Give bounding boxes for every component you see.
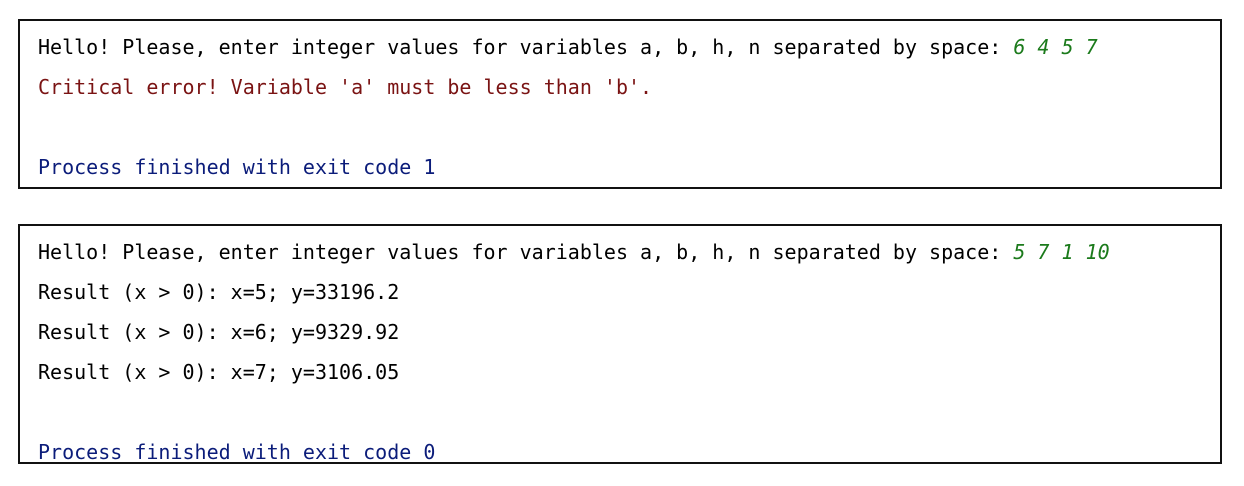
console-lines: Hello! Please, enter integer values for … bbox=[38, 232, 1212, 472]
prompt-text: Hello! Please, enter integer values for … bbox=[38, 35, 1014, 59]
prompt-line: Hello! Please, enter integer values for … bbox=[38, 232, 1212, 272]
console-lines: Hello! Please, enter integer values for … bbox=[38, 27, 1212, 187]
console-output-panel-1: Hello! Please, enter integer values for … bbox=[18, 19, 1222, 189]
console-output-panel-2: Hello! Please, enter integer values for … bbox=[18, 224, 1222, 464]
result-line: Result (x > 0): x=7; y=3106.05 bbox=[38, 360, 400, 384]
result-line: Result (x > 0): x=6; y=9329.92 bbox=[38, 320, 400, 344]
exit-code-message: Process finished with exit code 1 bbox=[38, 155, 436, 179]
result-line: Result (x > 0): x=5; y=33196.2 bbox=[38, 280, 400, 304]
user-input-text: 5 7 1 10 bbox=[1013, 240, 1110, 264]
prompt-text: Hello! Please, enter integer values for … bbox=[38, 240, 1014, 264]
user-input-text: 6 4 5 7 bbox=[1013, 35, 1098, 59]
error-message: Critical error! Variable 'a' must be les… bbox=[38, 75, 653, 99]
prompt-line: Hello! Please, enter integer values for … bbox=[38, 27, 1212, 67]
exit-code-message: Process finished with exit code 0 bbox=[38, 440, 436, 464]
